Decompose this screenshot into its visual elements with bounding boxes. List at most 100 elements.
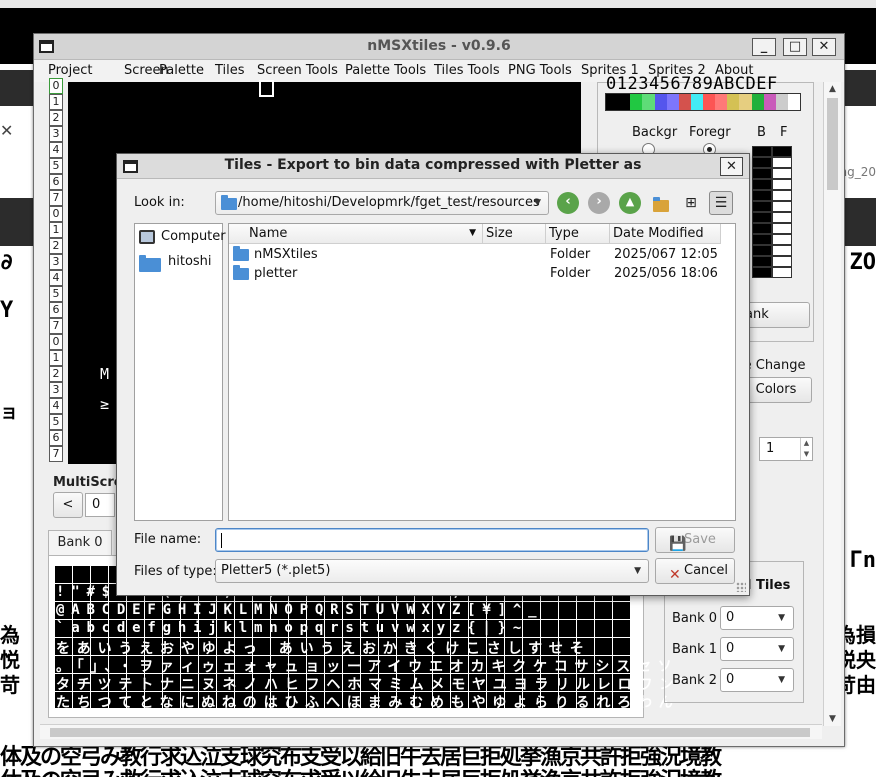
row-number[interactable]: 2 — [49, 110, 63, 126]
file-row[interactable]: pletter Folder 2025/056 18:06 — [229, 264, 735, 283]
row-number[interactable]: 5 — [49, 414, 63, 430]
palette-swatch[interactable] — [678, 94, 691, 110]
dialog-titlebar[interactable]: Tiles - Export to bin data compressed wi… — [117, 154, 749, 179]
back-icon[interactable]: ‹ — [557, 192, 579, 214]
row-number[interactable]: 3 — [49, 126, 63, 142]
palette-swatch[interactable] — [690, 94, 703, 110]
palette-swatch[interactable] — [642, 94, 655, 110]
row-number[interactable]: 4 — [49, 270, 63, 286]
multiscreen-prev-button[interactable]: < — [53, 492, 83, 518]
dialog-close-button[interactable]: ✕ — [720, 157, 743, 176]
menu-project[interactable]: Project — [48, 63, 92, 78]
palette-swatch[interactable] — [727, 94, 740, 110]
multiscreen-value: 0 — [92, 497, 101, 512]
palette-swatch[interactable] — [775, 94, 788, 110]
column-header-modified[interactable]: Date Modified — [610, 224, 721, 244]
parent-directory-icon[interactable]: ▲ — [619, 192, 641, 214]
row-number-column: 012345670123456701234567 — [49, 78, 65, 462]
scrollbar-thumb[interactable] — [50, 728, 810, 737]
row-number[interactable]: 7 — [49, 446, 63, 462]
row-number[interactable]: 1 — [49, 350, 63, 366]
row-number[interactable]: 7 — [49, 190, 63, 206]
folder-icon — [139, 255, 161, 272]
row-number[interactable]: 0 — [49, 206, 63, 222]
spin-arrows-icon[interactable]: ▲ ▼ — [800, 438, 812, 460]
file-name: pletter — [254, 266, 298, 281]
bank-button[interactable]: ank — [740, 302, 810, 328]
tile-spinbox[interactable]: 1 ▲ ▼ — [759, 437, 813, 461]
save-button[interactable]: 💾 Save — [655, 527, 735, 553]
forward-icon[interactable]: › — [588, 192, 610, 214]
row-number[interactable]: 0 — [49, 78, 63, 94]
palette-strip[interactable] — [605, 93, 801, 111]
palette-swatch[interactable] — [751, 94, 764, 110]
menu-tiles-tools[interactable]: Tiles Tools — [434, 63, 500, 78]
palette-swatch[interactable] — [654, 94, 667, 110]
row-number[interactable]: 2 — [49, 238, 63, 254]
palette-swatch[interactable] — [618, 94, 631, 110]
close-button[interactable]: ✕ — [812, 38, 836, 56]
palette-swatch[interactable] — [630, 94, 643, 110]
palette-swatch[interactable] — [787, 94, 800, 110]
row-number[interactable]: 2 — [49, 366, 63, 382]
row-number[interactable]: 1 — [49, 94, 63, 110]
row-number[interactable]: 4 — [49, 142, 63, 158]
palette-swatch[interactable] — [606, 94, 619, 110]
menu-palette-tools[interactable]: Palette Tools — [345, 63, 426, 78]
files-of-type-combo[interactable]: Pletter5 (*.plet5) ▼ — [215, 559, 649, 583]
close-icon[interactable]: ✕ — [0, 121, 20, 143]
column-header-size[interactable]: Size — [483, 224, 546, 244]
row-number[interactable]: 6 — [49, 302, 63, 318]
menu-png-tools[interactable]: PNG Tools — [508, 63, 572, 78]
horizontal-scrollbar[interactable] — [40, 724, 822, 739]
palette-swatch[interactable] — [739, 94, 752, 110]
file-row[interactable]: nMSXtiles Folder 2025/067 12:05 — [229, 245, 735, 264]
menu-tiles[interactable]: Tiles — [215, 63, 245, 78]
bank-1-combo[interactable]: 0 ▼ — [720, 637, 794, 661]
row-number[interactable]: 7 — [49, 318, 63, 334]
tile-row: たちつてとなにぬねのはひふへほまみむめもやゆよらりるれろわん — [56, 695, 680, 711]
row-number[interactable]: 5 — [49, 286, 63, 302]
resize-grip[interactable] — [736, 582, 746, 592]
bank-2-combo[interactable]: 0 ▼ — [720, 668, 794, 692]
bf-color-grid[interactable] — [752, 146, 792, 278]
cancel-button[interactable]: ✕ Cancel — [655, 558, 735, 584]
row-number[interactable]: 6 — [49, 174, 63, 190]
bank-0-combo[interactable]: 0 ▼ — [720, 606, 794, 630]
new-folder-icon[interactable] — [648, 191, 672, 215]
scrollbar-thumb[interactable] — [827, 98, 838, 190]
row-number[interactable]: 1 — [49, 222, 63, 238]
minimize-button[interactable]: _ — [752, 38, 776, 56]
list-view-icon[interactable]: ⊞ — [679, 191, 703, 215]
main-titlebar[interactable]: nMSXtiles - v0.9.6 _ □ ✕ — [34, 34, 844, 60]
folder-icon — [221, 195, 237, 210]
maximize-button[interactable]: □ — [783, 38, 807, 56]
scroll-up-icon[interactable]: ▲ — [829, 84, 836, 94]
multiscreen-index[interactable]: 0 — [85, 493, 115, 517]
sort-desc-icon: ▼ — [469, 228, 476, 238]
column-header-type[interactable]: Type — [546, 224, 610, 244]
palette-swatch[interactable] — [715, 94, 728, 110]
row-number[interactable]: 4 — [49, 398, 63, 414]
scroll-down-icon[interactable]: ▼ — [829, 714, 836, 724]
foregr-label: Foregr — [689, 125, 731, 140]
row-number[interactable]: 3 — [49, 254, 63, 270]
palette-swatch[interactable] — [666, 94, 679, 110]
palette-swatch[interactable] — [763, 94, 776, 110]
menu-palette[interactable]: Palette — [159, 63, 204, 78]
row-number[interactable]: 0 — [49, 334, 63, 350]
row-number[interactable]: 5 — [49, 158, 63, 174]
detail-view-icon[interactable]: ☰ — [709, 191, 733, 215]
sidebar-item-label: Computer — [161, 229, 226, 244]
colors-button[interactable]: Colors — [740, 377, 812, 403]
look-in-combo[interactable]: /home/hitoshi/Developmrk/fget_test/resou… — [215, 191, 549, 215]
tab-bank-0[interactable]: Bank 0 — [48, 530, 112, 556]
column-header-name[interactable]: Name ▼ — [229, 224, 483, 244]
row-number[interactable]: 6 — [49, 430, 63, 446]
file-name-input[interactable] — [215, 528, 649, 552]
file-list[interactable]: Name ▼ Size Type Date Modified nMSXtiles… — [228, 223, 736, 521]
row-number[interactable]: 3 — [49, 382, 63, 398]
palette-swatch[interactable] — [703, 94, 716, 110]
menu-screen-tools[interactable]: Screen Tools — [257, 63, 338, 78]
vertical-scrollbar[interactable]: ▲ ▼ — [823, 82, 841, 726]
